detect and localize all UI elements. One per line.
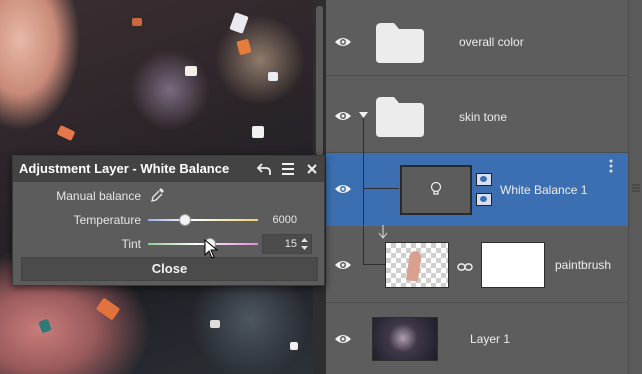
tint-value[interactable]: 15 [263,238,297,250]
white-balance-dialog: Adjustment Layer - White Balance Manual … [12,155,325,286]
close-icon[interactable] [303,160,321,178]
menu-icon[interactable] [279,160,297,178]
eye-icon[interactable] [334,110,352,122]
tint-label: Tint [121,237,141,251]
temperature-track [148,219,258,221]
confetti-piece [95,297,121,321]
mouse-cursor-icon [204,239,218,259]
layer-row-paintbrush[interactable]: paintbrush [326,226,628,303]
confetti-piece [229,12,249,34]
temperature-slider[interactable] [148,213,258,227]
confetti-piece [210,320,220,328]
undo-icon[interactable] [255,160,273,178]
dialog-title-bar[interactable]: Adjustment Layer - White Balance [13,156,324,182]
layer-name: Layer 1 [470,332,511,346]
mask-link-icon[interactable] [476,173,492,186]
layer-row-overall-color[interactable]: overall color [326,0,628,76]
adjustment-thumbnail[interactable] [400,165,472,215]
layer-row-white-balance[interactable]: White Balance 1 [326,153,628,226]
confetti-piece [132,18,142,26]
chain-link-icon[interactable] [457,259,473,277]
confetti-piece [38,318,52,334]
temperature-knob[interactable] [179,214,192,226]
close-button[interactable]: Close [21,257,318,281]
confetti-piece [236,38,252,56]
folder-icon [376,97,424,137]
layer-row-layer-1[interactable]: Layer 1 [326,303,628,374]
mask-thumbnail[interactable] [481,242,545,288]
eyedropper-icon[interactable] [151,187,165,208]
eye-icon[interactable] [334,183,352,195]
confetti-piece [252,126,264,138]
layer-name: skin tone [459,110,508,124]
tree-line [363,264,385,265]
tree-line [363,153,364,225]
temperature-value[interactable]: 6000 [261,214,297,226]
layer-thumbnail[interactable] [372,317,438,361]
manual-balance-label: Manual balance [56,189,141,203]
folder-icon [376,23,424,63]
tint-spinbox[interactable]: 15 [262,234,312,254]
layer-row-skin-tone[interactable]: skin tone [326,76,628,153]
mask-icon[interactable] [476,193,492,206]
tree-line [363,226,364,264]
scrollbar-thumb[interactable] [316,6,323,156]
layer-name: White Balance 1 [500,183,588,197]
temperature-label: Temperature [73,213,141,227]
tree-line [363,188,399,189]
stepper-arrows-icon[interactable] [301,237,308,251]
layer-name: paintbrush [555,258,612,272]
more-options-icon[interactable] [609,159,613,173]
layers-panel: overall color skin tone White Balance 1 … [326,0,642,374]
layer-name: overall color [459,35,524,49]
eye-icon[interactable] [334,259,352,271]
confetti-piece [56,125,76,141]
confetti-piece [185,66,197,76]
eye-icon[interactable] [334,36,352,48]
lightbulb-icon [430,181,442,195]
tint-slider[interactable] [148,237,258,251]
eye-icon[interactable] [334,333,352,345]
confetti-piece [268,72,278,81]
resize-grip-icon[interactable] [632,183,640,193]
panel-scrollbar[interactable] [628,0,642,374]
dialog-title: Adjustment Layer - White Balance [19,161,230,176]
layer-thumbnail[interactable] [385,242,449,288]
confetti-piece [290,342,298,350]
